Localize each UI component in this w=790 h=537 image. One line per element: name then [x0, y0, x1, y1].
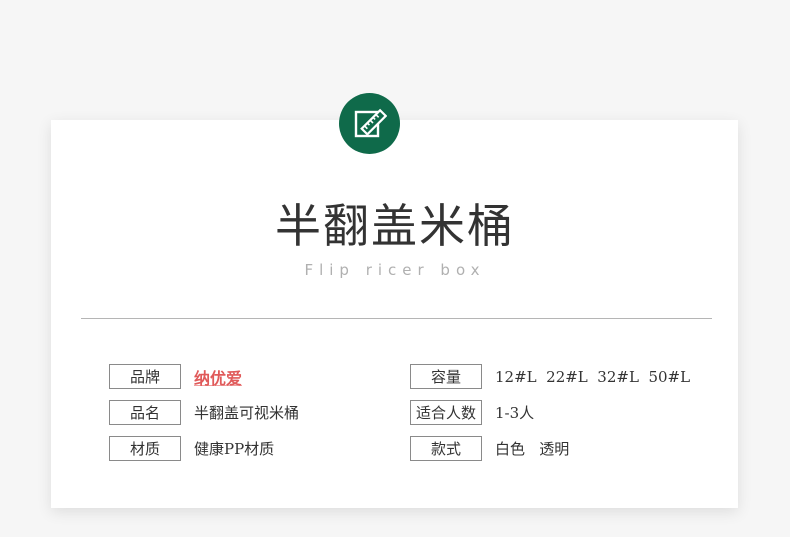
spec-label: 品牌 — [109, 364, 181, 389]
brand-logo: 纳优爱 — [194, 368, 243, 388]
spec-value: 健康PP材质 — [194, 440, 275, 458]
spec-row-brand: 品牌 纳优爱 — [109, 364, 242, 389]
spec-row-product-name: 品名 半翻盖可视米桶 — [109, 400, 299, 425]
spec-row-capacity: 容量 12#L 22#L 32#L 50#L — [410, 364, 690, 389]
ruler-pencil-icon — [353, 107, 387, 141]
spec-value: 白色 透明 — [495, 440, 570, 458]
page-title: 半翻盖米桶 — [275, 199, 515, 253]
spec-label: 款式 — [410, 436, 482, 461]
page-subtitle: Flip ricer box — [304, 261, 486, 279]
spec-row-style: 款式 白色 透明 — [410, 436, 569, 461]
spec-label: 适合人数 — [410, 400, 482, 425]
spec-label: 容量 — [410, 364, 482, 389]
spec-row-people: 适合人数 1-3人 — [410, 400, 534, 425]
divider — [81, 318, 712, 319]
spec-label: 材质 — [109, 436, 181, 461]
spec-value: 1-3人 — [495, 404, 535, 422]
spec-label: 品名 — [109, 400, 181, 425]
spec-value: 12#L 22#L 32#L 50#L — [495, 367, 691, 386]
spec-value: 半翻盖可视米桶 — [194, 404, 300, 422]
spec-row-material: 材质 健康PP材质 — [109, 436, 274, 461]
header-badge — [339, 93, 400, 154]
product-spec-page: 半翻盖米桶 Flip ricer box 品牌 纳优爱 品名 半翻盖可视米桶 材… — [0, 0, 790, 537]
